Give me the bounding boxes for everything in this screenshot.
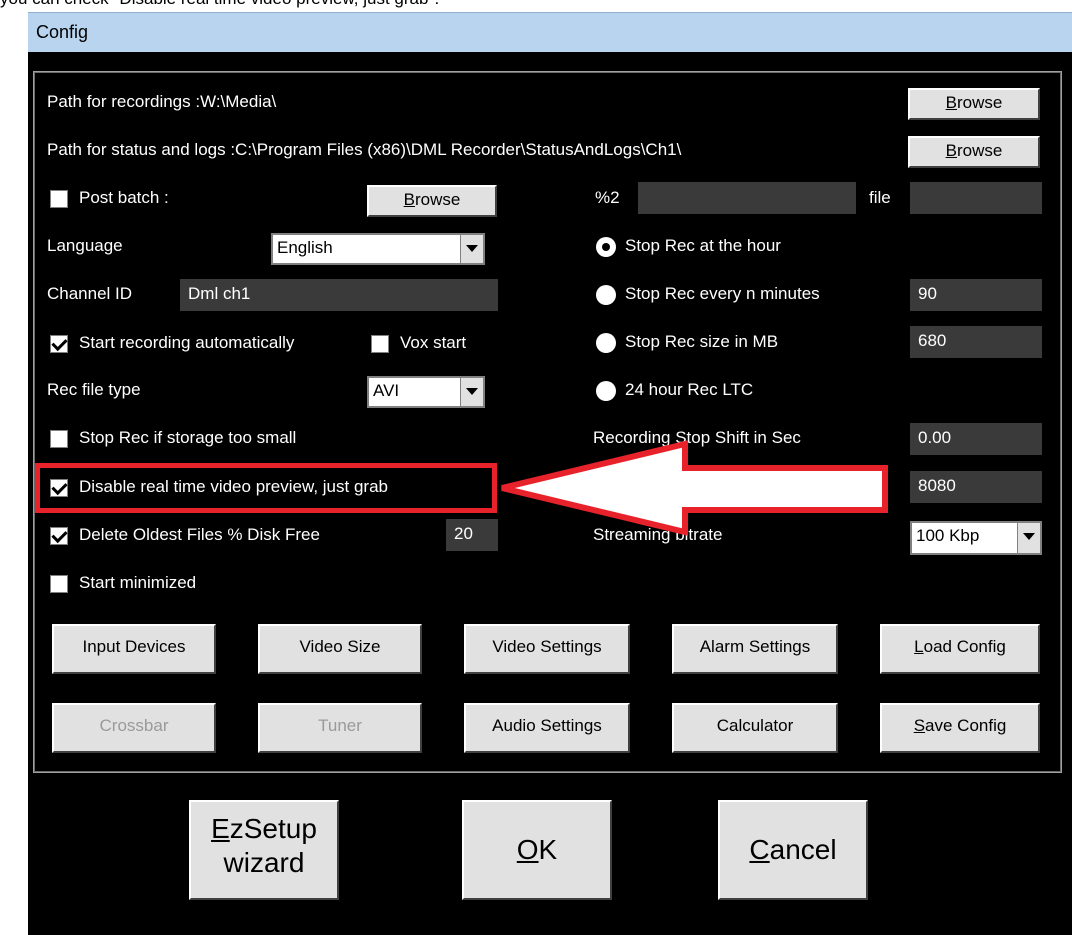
post-batch-label: Post batch : xyxy=(79,188,169,207)
pct2-input[interactable] xyxy=(638,182,856,214)
file-label: file xyxy=(869,188,891,207)
tuner-button[interactable]: Tuner xyxy=(258,703,422,753)
rec-file-type-label: Rec file type xyxy=(47,380,141,399)
cancel-button[interactable]: Cancel xyxy=(718,800,868,900)
stop-minutes-radio[interactable] xyxy=(596,285,616,305)
calculator-button[interactable]: Calculator xyxy=(672,703,838,753)
post-batch-checkbox[interactable] xyxy=(50,190,68,208)
ltc-radio[interactable] xyxy=(596,381,616,401)
arrow-annotation xyxy=(501,440,888,536)
vox-start-label: Vox start xyxy=(400,333,467,352)
video-settings-button[interactable]: Video Settings xyxy=(464,624,630,674)
ezsetup-line1: EzSetup xyxy=(211,813,317,844)
title-bar: Config xyxy=(28,12,1072,52)
window-title: Config xyxy=(36,22,89,42)
start-minimized-checkbox[interactable] xyxy=(50,575,68,593)
stop-hour-label: Stop Rec at the hour xyxy=(625,236,781,255)
browse-status-button[interactable]: Browse xyxy=(908,136,1040,168)
language-value: English xyxy=(277,238,333,257)
streaming-bitrate-select[interactable]: 100 Kbp xyxy=(910,521,1042,555)
language-label: Language xyxy=(47,236,123,255)
video-size-button[interactable]: Video Size xyxy=(258,624,422,674)
streaming-port-input[interactable]: 8080 xyxy=(910,471,1042,503)
status-logs-path-label: Path for status and logs :C:\Program Fil… xyxy=(47,140,682,159)
channel-id-input[interactable]: Dml ch1 xyxy=(180,279,498,311)
ezsetup-wizard-button[interactable]: EzSetup wizard xyxy=(189,800,339,900)
stop-size-radio[interactable] xyxy=(596,333,616,353)
save-config-button[interactable]: Save Config xyxy=(880,703,1040,753)
stop-shift-input[interactable]: 0.00 xyxy=(910,423,1042,455)
load-config-button[interactable]: Load Config xyxy=(880,624,1040,674)
vox-start-checkbox[interactable] xyxy=(371,335,389,353)
start-minimized-label: Start minimized xyxy=(79,573,197,592)
audio-settings-button[interactable]: Audio Settings xyxy=(464,703,630,753)
browse-post-batch-button[interactable]: Browse xyxy=(367,185,497,217)
ok-button[interactable]: OK xyxy=(462,800,612,900)
ltc-label: 24 hour Rec LTC xyxy=(625,380,754,399)
delete-oldest-checkbox[interactable] xyxy=(50,527,68,545)
channel-id-label: Channel ID xyxy=(47,284,133,303)
ezsetup-line2: wizard xyxy=(223,847,305,878)
stop-hour-radio[interactable] xyxy=(596,237,616,257)
chevron-down-icon[interactable] xyxy=(460,378,483,406)
alarm-settings-button[interactable]: Alarm Settings xyxy=(672,624,838,674)
stop-minutes-label: Stop Rec every n minutes xyxy=(625,284,820,303)
recordings-path-label: Path for recordings :W:\Media\ xyxy=(47,92,277,111)
highlight-box xyxy=(35,463,497,513)
file-input[interactable] xyxy=(910,182,1042,214)
rec-file-type-select[interactable]: AVI xyxy=(367,376,485,408)
rec-file-type-value: AVI xyxy=(373,381,400,400)
browse-recordings-button[interactable]: Browse xyxy=(908,88,1040,120)
stop-size-label: Stop Rec size in MB xyxy=(625,332,779,351)
minutes-input[interactable]: 90 xyxy=(910,279,1042,311)
start-auto-label: Start recording automatically xyxy=(79,333,295,352)
streaming-bitrate-value: 100 Kbp xyxy=(916,526,980,545)
chevron-down-icon[interactable] xyxy=(460,235,483,263)
chevron-down-icon[interactable] xyxy=(1017,523,1040,553)
stop-storage-checkbox[interactable] xyxy=(50,430,68,448)
pct2-label: %2 xyxy=(595,188,620,207)
start-auto-checkbox[interactable] xyxy=(50,335,68,353)
stop-storage-label: Stop Rec if storage too small xyxy=(79,428,297,447)
input-devices-button[interactable]: Input Devices xyxy=(52,624,216,674)
delete-oldest-label: Delete Oldest Files % Disk Free xyxy=(79,525,320,544)
language-select[interactable]: English xyxy=(271,233,485,265)
caption-text: you can check "Disable real time video p… xyxy=(0,0,1072,9)
crossbar-button[interactable]: Crossbar xyxy=(52,703,216,753)
size-input[interactable]: 680 xyxy=(910,326,1042,358)
